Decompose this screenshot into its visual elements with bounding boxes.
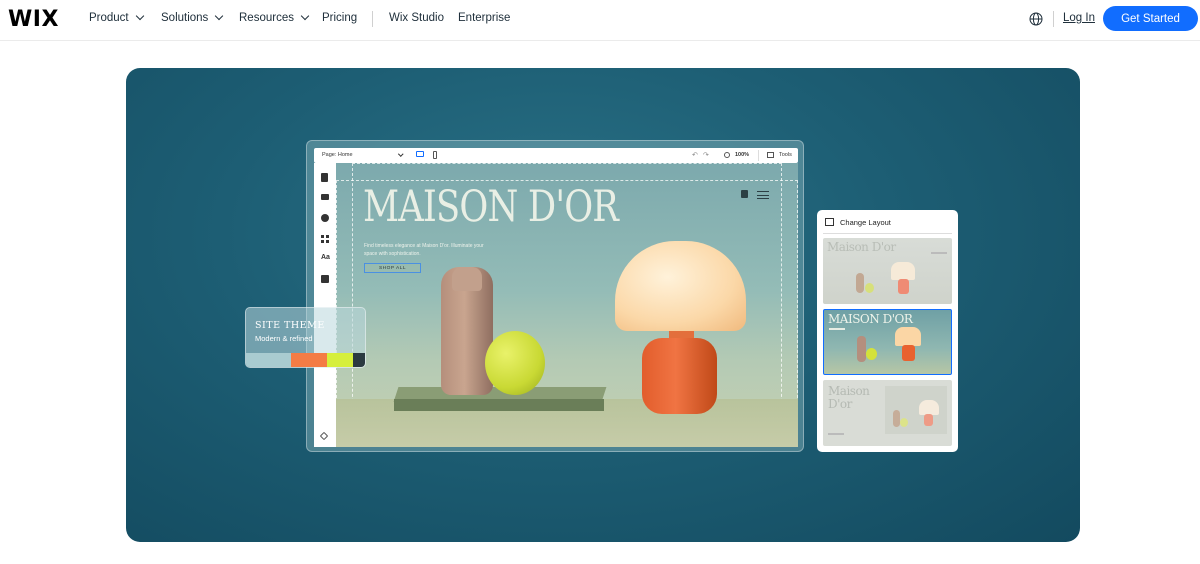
- design-icon[interactable]: Aa: [321, 254, 330, 262]
- wix-logo[interactable]: WIX: [8, 7, 59, 32]
- swatch[interactable]: [246, 353, 291, 367]
- nav-wix-studio[interactable]: Wix Studio: [389, 12, 444, 24]
- thumbnail-title: MAISON D'OR: [828, 312, 913, 326]
- top-navbar: WIX Product Solutions Resources Pricing …: [0, 0, 1200, 41]
- theme-title: SITE THEME: [255, 320, 325, 331]
- site-theme-card[interactable]: SITE THEME Modern & refined: [245, 307, 366, 368]
- nav-resources[interactable]: Resources: [239, 11, 310, 24]
- nav-divider: [372, 11, 373, 27]
- nav-enterprise-label: Enterprise: [458, 12, 511, 24]
- thumbnail-bar: [828, 433, 844, 435]
- editor-toolbar: Page: Home ↶ ↷ 100% Tools: [314, 148, 798, 163]
- thumbnail-lamp: [898, 279, 909, 294]
- editor-left-sidebar: Aa: [314, 163, 336, 447]
- apps-icon[interactable]: [321, 235, 329, 243]
- add-icon[interactable]: [321, 214, 329, 222]
- panel-title: Change Layout: [840, 218, 891, 227]
- thumbnail-bar: [829, 328, 845, 330]
- chevron-down-icon: [300, 11, 310, 21]
- layout-thumbnail-selected[interactable]: MAISON D'OR: [823, 309, 952, 375]
- editor-canvas[interactable]: MAISON D'OR Find timeless elegance at Ma…: [336, 163, 798, 447]
- nav-pricing[interactable]: Pricing: [322, 12, 357, 24]
- chevron-down-icon: [135, 11, 144, 21]
- thumbnail-bar: [931, 252, 947, 254]
- toolbar-divider: [758, 150, 759, 161]
- thumbnail-vase: [900, 418, 908, 427]
- thumbnail-vase: [857, 336, 866, 362]
- hamburger-menu-icon[interactable]: [757, 191, 769, 202]
- undo-icon[interactable]: ↶: [692, 151, 698, 159]
- theme-subtitle: Modern & refined: [255, 334, 313, 343]
- layout-thumbnail[interactable]: Maison D'or: [823, 238, 952, 304]
- thumbnail-lamp: [924, 414, 933, 426]
- sections-icon[interactable]: [321, 194, 329, 200]
- thumbnail-lamp: [919, 400, 939, 415]
- pages-icon[interactable]: [321, 173, 328, 182]
- zoom-icon[interactable]: [724, 152, 730, 158]
- get-started-button[interactable]: Get Started: [1103, 6, 1198, 31]
- layout-thumbnail[interactable]: Maison D'or: [823, 380, 952, 446]
- thumbnail-vase: [866, 348, 877, 360]
- chevron-down-icon: [215, 11, 224, 21]
- thumbnail-lamp: [891, 262, 915, 280]
- tools-button[interactable]: Tools: [779, 152, 792, 158]
- thumbnail-lamp: [902, 345, 915, 361]
- site-title[interactable]: MAISON D'OR: [363, 182, 619, 232]
- redo-icon[interactable]: ↷: [703, 151, 709, 159]
- business-icon[interactable]: [321, 275, 329, 283]
- site-description[interactable]: Find timeless elegance at Maison D'or. I…: [364, 243, 484, 258]
- globe-icon[interactable]: [1029, 12, 1043, 26]
- tools-icon[interactable]: [767, 152, 774, 158]
- nav-resources-label: Resources: [239, 12, 294, 24]
- change-layout-panel: Change Layout Maison D'or MAISON D'OR Ma…: [817, 210, 958, 452]
- nav-wix-studio-label: Wix Studio: [389, 12, 444, 24]
- mobile-view-icon[interactable]: [433, 151, 437, 159]
- nav-pricing-label: Pricing: [322, 12, 358, 24]
- color-swatches: [246, 353, 365, 367]
- nav-product-label: Product: [89, 12, 129, 24]
- thumbnail-vase: [893, 410, 900, 427]
- nav-solutions-label: Solutions: [161, 12, 209, 24]
- shop-all-button[interactable]: SHOP ALL: [364, 263, 421, 273]
- nav-product[interactable]: Product: [89, 11, 144, 24]
- page-selector[interactable]: Page: Home: [322, 152, 353, 158]
- nav-solutions[interactable]: Solutions: [161, 11, 224, 24]
- thumbnail-title: Maison D'or: [828, 384, 870, 411]
- nav-divider: [1053, 11, 1054, 27]
- lamp-base-image: [642, 338, 717, 414]
- swatch[interactable]: [291, 353, 327, 367]
- chevron-down-icon[interactable]: [398, 151, 404, 157]
- thumbnail-vase: [865, 283, 874, 293]
- editor-window: Page: Home ↶ ↷ 100% Tools Aa MAISON D'OR…: [306, 140, 804, 452]
- nav-enterprise[interactable]: Enterprise: [458, 12, 510, 24]
- layers-icon[interactable]: [319, 431, 329, 441]
- thumbnail-lamp: [895, 327, 921, 346]
- zoom-level[interactable]: 100%: [735, 152, 749, 158]
- login-link[interactable]: Log In: [1063, 12, 1095, 24]
- cart-icon[interactable]: [741, 190, 748, 198]
- swatch[interactable]: [353, 353, 365, 367]
- divider: [823, 233, 952, 234]
- green-vase-image: [485, 331, 545, 395]
- vase-neck-image: [452, 267, 482, 291]
- layout-icon: [825, 218, 834, 226]
- book-image: [394, 399, 604, 411]
- swatch[interactable]: [327, 353, 353, 367]
- hero-panel: Page: Home ↶ ↷ 100% Tools Aa MAISON D'OR…: [126, 68, 1080, 542]
- thumbnail-vase: [856, 273, 864, 293]
- desktop-view-icon[interactable]: [416, 151, 424, 157]
- thumbnail-title: Maison D'or: [827, 240, 896, 254]
